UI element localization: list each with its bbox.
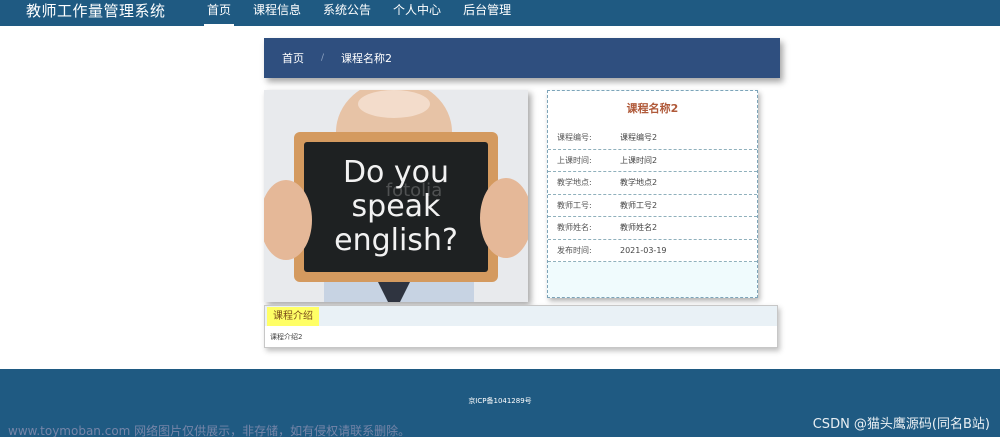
breadcrumb: 首页 / 课程名称2 [264, 38, 780, 78]
detail-value: 教学地点2 [620, 178, 658, 188]
detail-label: 教师工号: [557, 200, 592, 210]
detail-value: 教师工号2 [620, 200, 658, 210]
watermark-right: CSDN @猫头鹰源码(同名B站) [812, 417, 990, 432]
course-image: Do you speak english? fotolia [264, 90, 528, 302]
course-detail-card: 课程名称2 课程编号: 课程编号2 上课时间: 上课时间2 教学地点: 教学地点… [547, 90, 758, 298]
detail-value: 教师姓名2 [620, 223, 658, 233]
course-title: 课程名称2 [548, 91, 757, 127]
detail-row-teacher-name: 教师姓名: 教师姓名2 [548, 217, 757, 240]
footer: 京ICP备1041289号 www.toymoban.com 网络图片仅供展示，… [0, 369, 1000, 437]
course-intro-tab[interactable]: 课程介绍 [267, 307, 319, 326]
detail-label: 课程编号: [557, 133, 592, 143]
detail-row-course-no: 课程编号: 课程编号2 [548, 127, 757, 150]
top-nav-bar: 教师工作量管理系统 首页 课程信息 系统公告 个人中心 后台管理 [0, 0, 1000, 26]
detail-value: 课程编号2 [620, 133, 658, 143]
detail-label: 教学地点: [557, 178, 592, 188]
detail-row-teacher-id: 教师工号: 教师工号2 [548, 195, 757, 217]
chalk-text-line-3: english? [334, 223, 458, 258]
course-intro-panel: 课程介绍 课程介绍2 [264, 305, 778, 348]
detail-label: 上课时间: [557, 155, 592, 165]
course-intro-content: 课程介绍2 [270, 333, 303, 341]
nav-item-personal-center[interactable]: 个人中心 [382, 0, 452, 26]
detail-row-location: 教学地点: 教学地点2 [548, 172, 757, 195]
nav-item-home[interactable]: 首页 [196, 0, 242, 26]
breadcrumb-separator: / [321, 53, 325, 63]
detail-row-publish-time: 发布时间: 2021-03-19 [548, 240, 757, 262]
course-intro-header: 课程介绍 [265, 306, 777, 326]
detail-row-class-time: 上课时间: 上课时间2 [548, 150, 757, 172]
breadcrumb-home-link[interactable]: 首页 [282, 50, 304, 66]
nav-item-admin[interactable]: 后台管理 [452, 0, 522, 26]
photo-watermark: fotolia [386, 180, 442, 201]
site-title: 教师工作量管理系统 [26, 2, 166, 20]
course-detail-list: 课程编号: 课程编号2 上课时间: 上课时间2 教学地点: 教学地点2 教师工号… [548, 127, 757, 262]
breadcrumb-current: 课程名称2 [341, 52, 393, 65]
detail-value: 上课时间2 [620, 155, 658, 165]
nav-item-course-info[interactable]: 课程信息 [242, 0, 312, 26]
detail-label: 发布时间: [557, 245, 592, 255]
icp-license: 京ICP备1041289号 [468, 397, 532, 405]
detail-value: 2021-03-19 [620, 245, 667, 255]
nav-item-announcements[interactable]: 系统公告 [312, 0, 382, 26]
detail-label: 教师姓名: [557, 223, 592, 233]
main-nav: 首页 课程信息 系统公告 个人中心 后台管理 [196, 0, 522, 26]
watermark-left: www.toymoban.com 网络图片仅供展示，非存储，如有侵权请联系删除。 [8, 424, 411, 437]
